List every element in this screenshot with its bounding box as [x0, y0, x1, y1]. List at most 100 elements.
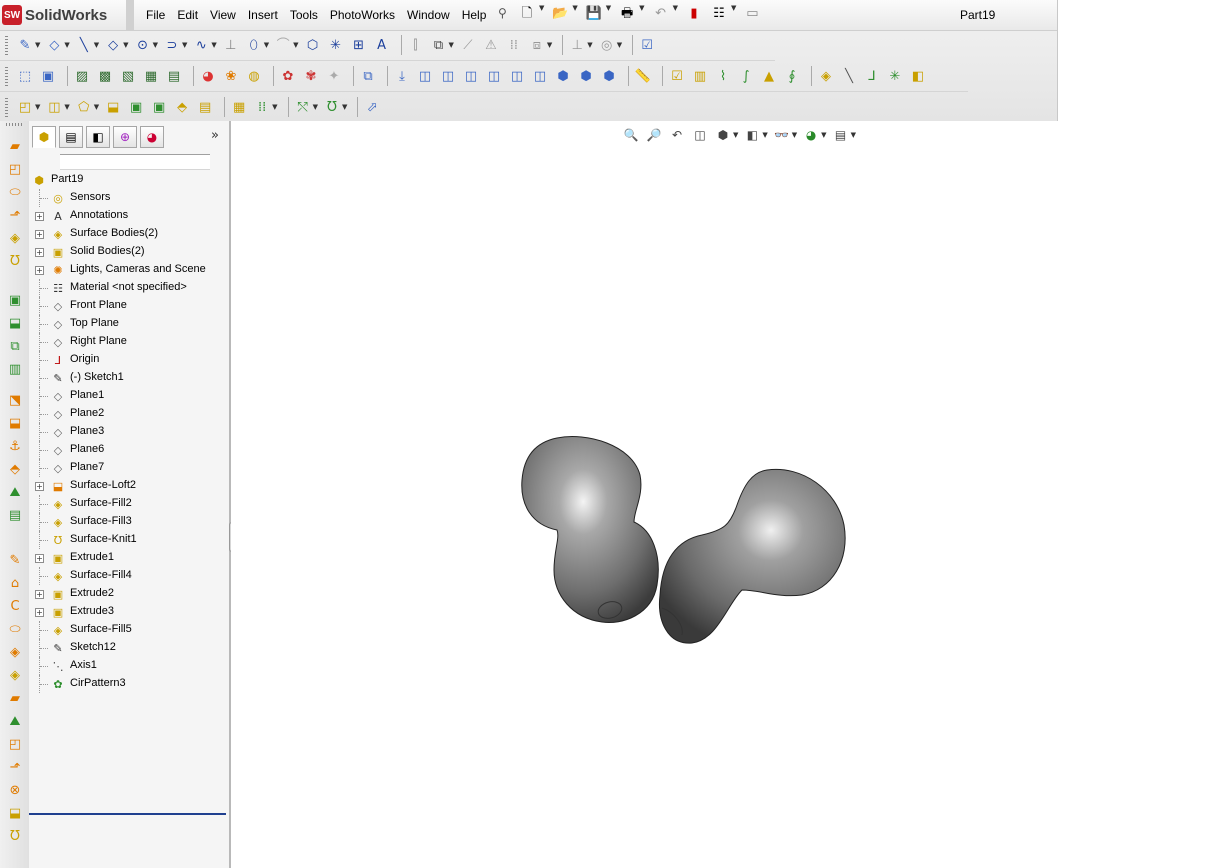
disabled-render-icon[interactable]: ✦ [325, 67, 343, 85]
view-orientation-icon[interactable]: ⬢ [714, 127, 732, 143]
menu-photoworks[interactable]: PhotoWorks [324, 6, 401, 24]
relations-dropdown-icon[interactable]: ▼ [587, 41, 592, 49]
options-render-icon[interactable]: ✿ [279, 67, 297, 85]
revolved-boss-icon[interactable]: ◰ [6, 160, 24, 178]
display-relations-icon[interactable]: ⊥ [568, 36, 586, 54]
linear-pattern-icon[interactable]: ⁞⁞ [505, 36, 523, 54]
sketch-box-icon[interactable]: ⬚ [16, 67, 34, 85]
menu-window[interactable]: Window [401, 6, 456, 24]
coordinate-system-icon[interactable]: ⅃ [863, 67, 881, 85]
isometric-view-icon[interactable]: ⬢ [554, 67, 572, 85]
body-right[interactable] [658, 468, 846, 644]
expand-plus-icon[interactable]: + [35, 608, 44, 617]
swept-cut-icon[interactable]: ⧉ [6, 337, 24, 355]
filled-dropdown-icon[interactable]: ▼ [272, 103, 277, 111]
sketch-icon[interactable]: ✎ [16, 36, 34, 54]
circle-icon[interactable]: ⊙ [134, 36, 152, 54]
move-entities-icon[interactable]: ⧈ [528, 36, 546, 54]
fillet-side-icon[interactable]: ⬔ [6, 391, 24, 409]
tree-item[interactable]: ◈ Surface-Fill2 [29, 495, 229, 513]
spline-icon[interactable]: ∿ [192, 36, 210, 54]
rib-icon[interactable]: ⚓ [6, 437, 24, 455]
left-view-icon[interactable]: ◫ [462, 67, 480, 85]
flex-icon[interactable]: ⌂ [6, 574, 24, 592]
edit-appearance-icon[interactable]: ◕ [802, 127, 820, 143]
point-icon[interactable]: ✳ [327, 36, 345, 54]
fillet-dropdown-icon[interactable]: ▼ [293, 41, 298, 49]
indent-icon[interactable]: ⬭ [6, 620, 24, 638]
tree-item[interactable]: Ʊ Surface-Knit1 [29, 531, 229, 549]
zoom-to-area-icon[interactable]: 🔎 [645, 127, 663, 143]
extruded-dropdown-icon[interactable]: ▼ [35, 103, 40, 111]
revolved-surface-icon[interactable]: ◫ [45, 98, 63, 116]
apply-scene-dropdown-icon[interactable]: ▼ [851, 131, 856, 139]
tree-item[interactable]: + ▣ Extrude2 [29, 585, 229, 603]
tab-propertymanager[interactable]: ▤ [59, 126, 83, 148]
quick-snaps-icon[interactable]: ☑ [638, 36, 656, 54]
right-view-icon[interactable]: ◫ [485, 67, 503, 85]
tree-item[interactable]: ✎ Sketch12 [29, 639, 229, 657]
tree-item[interactable]: ◈ Surface-Fill5 [29, 621, 229, 639]
boundary-surface-icon[interactable]: ▣ [127, 98, 145, 116]
centerline-icon[interactable]: ⊥ [222, 36, 240, 54]
tree-item[interactable]: ◎ Sensors [29, 189, 229, 207]
top-view-icon[interactable]: ◫ [508, 67, 526, 85]
scale-icon[interactable]: ⬏ [6, 758, 24, 776]
measure-icon[interactable]: 📏 [634, 67, 652, 85]
composite-curve-icon[interactable]: ⌇ [714, 67, 732, 85]
tree-item[interactable]: ✿ CirPattern3 [29, 675, 229, 693]
render-last-icon[interactable]: ▦ [142, 67, 160, 85]
tree-item[interactable]: + ▣ Solid Bodies(2) [29, 243, 229, 261]
body-left[interactable] [521, 436, 659, 624]
dome-icon[interactable]: ✎ [6, 551, 24, 569]
save-dropdown-icon[interactable]: ▼ [606, 4, 611, 22]
menu-tools[interactable]: Tools [284, 6, 324, 24]
expand-plus-icon[interactable]: + [35, 266, 44, 275]
options-icon[interactable]: ☷ [710, 4, 728, 22]
tree-item[interactable]: ◈ Surface-Fill4 [29, 567, 229, 585]
tab-featuremanager[interactable]: ⬢ [32, 126, 56, 148]
tab-dimxpert[interactable]: ⊕ [113, 126, 137, 148]
revolved-dropdown-icon[interactable]: ▼ [64, 103, 69, 111]
toolbar-grip[interactable] [5, 36, 8, 56]
ref-axis-icon[interactable]: ╲ [840, 67, 858, 85]
knit-surface-icon[interactable]: ▤ [196, 98, 214, 116]
delete-body-icon[interactable]: ⊗ [6, 781, 24, 799]
curve-through-points-icon[interactable]: ∮ [783, 67, 801, 85]
expand-panel-chevron-icon[interactable]: » [211, 128, 219, 143]
filled-surface-icon[interactable]: ⁞⁞ [253, 98, 271, 116]
edit-scene-icon[interactable]: ⧉ [359, 67, 377, 85]
trim-icon[interactable]: ⚠ [482, 36, 500, 54]
render-picture-icon[interactable]: ▨ [73, 67, 91, 85]
app-logo[interactable]: SW SolidWorks [2, 4, 107, 26]
curves-icon[interactable]: ☑ [668, 67, 686, 85]
split-line-icon[interactable]: ▥ [691, 67, 709, 85]
new-document-icon[interactable]: 🗋 [518, 4, 536, 22]
fillet-icon[interactable]: ⌒ [274, 36, 292, 54]
move-face-icon[interactable]: ◈ [6, 666, 24, 684]
radiate-surface-icon[interactable]: ⬘ [173, 98, 191, 116]
dimension-dropdown-icon[interactable]: ▼ [64, 41, 69, 49]
section-view-icon[interactable]: ◫ [691, 127, 709, 143]
fill-surface-side-icon[interactable]: ◈ [6, 229, 24, 247]
tree-root[interactable]: ⬢ Part19 [29, 171, 229, 189]
rollback-bar[interactable] [29, 813, 226, 815]
convert-entities-icon[interactable]: ⟋ [459, 36, 477, 54]
intersect-icon[interactable]: ◰ [6, 735, 24, 753]
strip-grip[interactable] [6, 123, 24, 126]
open-dropdown-icon[interactable]: ▼ [572, 4, 577, 22]
tree-item[interactable]: ◇ Front Plane [29, 297, 229, 315]
split-icon[interactable]: ▰ [6, 689, 24, 707]
extend-dropdown-icon[interactable]: ▼ [313, 103, 318, 111]
expand-plus-icon[interactable]: + [35, 212, 44, 221]
display-style-dropdown-icon[interactable]: ▼ [762, 131, 767, 139]
tree-item[interactable]: ◈ Surface-Fill3 [29, 513, 229, 531]
chamfer-icon[interactable]: ⬓ [6, 414, 24, 432]
lofted-surface-icon[interactable]: ⬓ [104, 98, 122, 116]
ref-point-icon[interactable]: ✳ [886, 67, 904, 85]
options-dropdown-icon[interactable]: ▼ [731, 4, 736, 22]
new-dropdown-icon[interactable]: ▼ [539, 4, 544, 22]
lofted-boss-icon[interactable]: ⬏ [6, 206, 24, 224]
save-icon[interactable]: 💾 [585, 4, 603, 22]
line-icon[interactable]: ╲ [75, 36, 93, 54]
